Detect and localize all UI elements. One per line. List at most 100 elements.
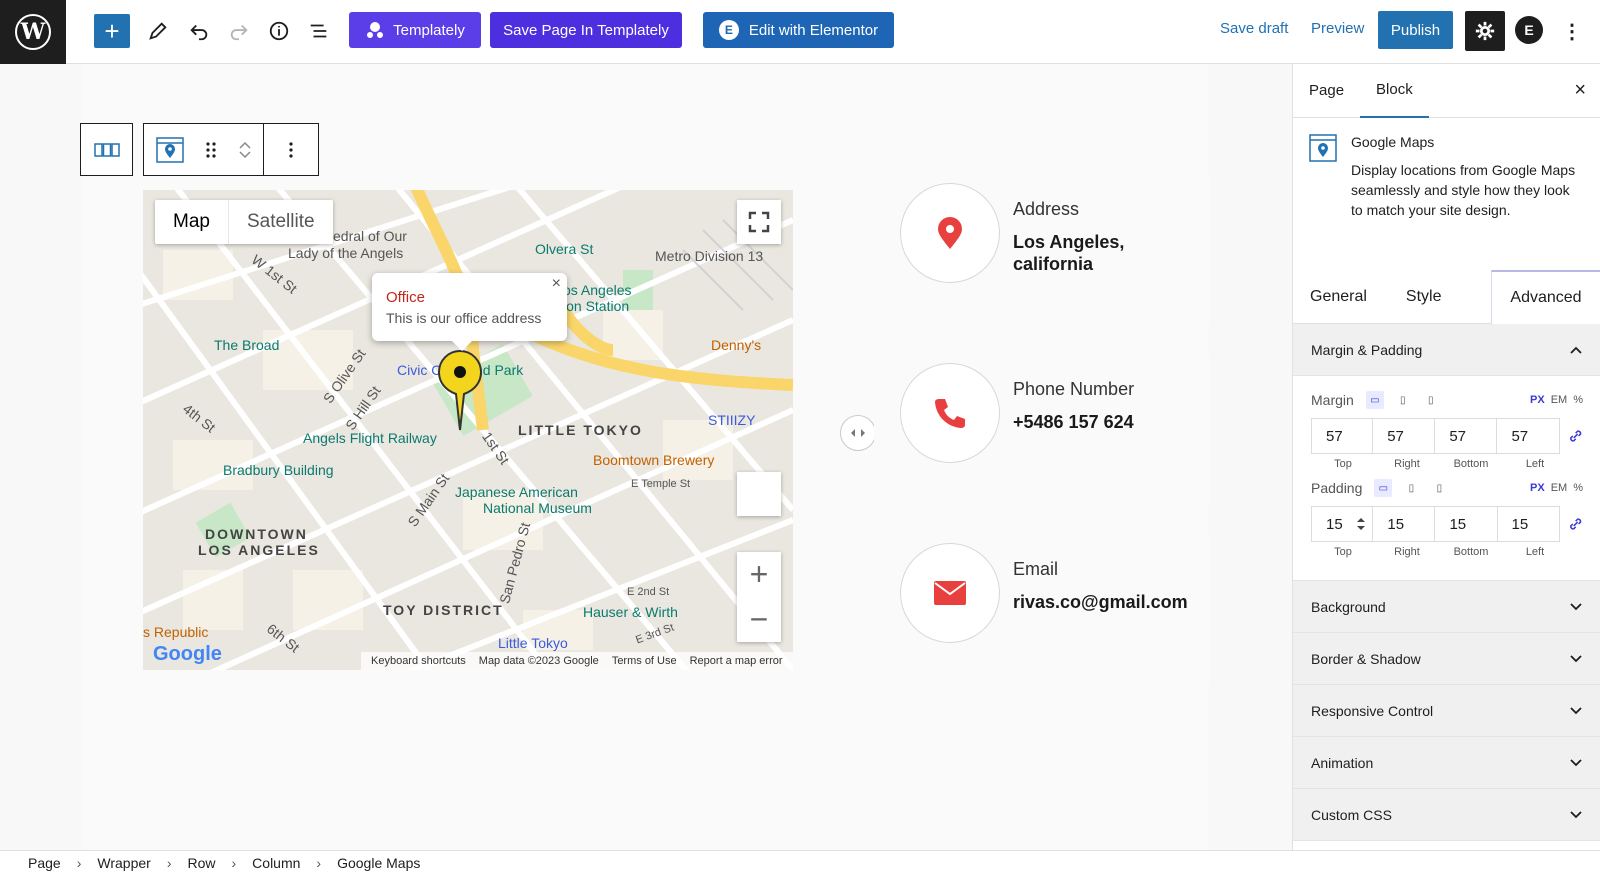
block-options-button[interactable] (264, 124, 318, 175)
zoom-in-button[interactable]: + (737, 552, 781, 597)
phone-icon-circle (900, 363, 1000, 463)
breadcrumb-page[interactable]: Page (28, 855, 61, 871)
margin-label: Margin (1311, 392, 1354, 408)
tablet-icon[interactable]: ▯ (1402, 479, 1420, 497)
edit-with-elementor-button[interactable]: E Edit with Elementor (703, 12, 894, 48)
resize-arrows-icon (851, 429, 865, 437)
select-parent-button[interactable] (80, 123, 133, 176)
satellite-view-button[interactable]: Satellite (229, 200, 333, 244)
desktop-icon[interactable]: ▭ (1365, 391, 1384, 409)
stepper-icon[interactable] (1356, 516, 1366, 532)
chevron-down-icon (1570, 602, 1582, 610)
custom-css-section-header[interactable]: Custom CSS (1293, 789, 1600, 841)
animation-section-header[interactable]: Animation (1293, 737, 1600, 789)
tab-general[interactable]: General (1293, 270, 1384, 324)
side-label: Top (1334, 458, 1352, 470)
edit-tool-button[interactable] (141, 14, 175, 48)
report-error-link[interactable]: Report a map error (690, 655, 783, 667)
breadcrumb-wrapper[interactable]: Wrapper (97, 855, 150, 871)
save-draft-button[interactable]: Save draft (1220, 20, 1288, 37)
tab-style[interactable]: Style (1384, 270, 1464, 324)
terms-link[interactable]: Terms of Use (612, 655, 677, 667)
block-description: Display locations from Google Maps seaml… (1351, 162, 1576, 218)
kebab-icon (289, 141, 293, 158)
close-sidebar-icon[interactable]: × (1574, 79, 1586, 102)
drag-handle[interactable] (196, 124, 226, 175)
padding-top-value: 15 (1326, 515, 1343, 533)
contact-label: Phone Number (1013, 379, 1135, 399)
map-label: ion Station (563, 298, 630, 314)
preview-button[interactable]: Preview (1311, 20, 1364, 37)
chevron-down-icon[interactable] (238, 150, 252, 160)
resize-handle[interactable] (840, 415, 876, 451)
padding-right-input[interactable]: 15 (1373, 506, 1436, 542)
keyboard-shortcuts-link[interactable]: Keyboard shortcuts (371, 655, 466, 667)
link-values-icon[interactable] (1568, 516, 1583, 532)
tab-block[interactable]: Block (1360, 64, 1429, 118)
publish-button[interactable]: Publish (1378, 11, 1453, 49)
contact-value: Los Angeles, california (1013, 232, 1125, 274)
unit-px[interactable]: PX (1530, 394, 1545, 406)
add-block-button[interactable]: + (94, 14, 130, 48)
zoom-out-button[interactable]: − (737, 597, 781, 642)
unit-px[interactable]: PX (1530, 482, 1545, 494)
border-shadow-section-header[interactable]: Border & Shadow (1293, 633, 1600, 685)
redo-button[interactable] (222, 14, 256, 48)
details-button[interactable] (262, 14, 296, 48)
tab-page[interactable]: Page (1293, 64, 1360, 118)
unit-em[interactable]: EM (1551, 482, 1568, 494)
contact-card-address[interactable]: Address Los Angeles, california (874, 175, 1210, 325)
save-in-templately-button[interactable]: Save Page In Templately (490, 12, 682, 48)
street-view-pegman[interactable] (737, 472, 781, 516)
unit-percent[interactable]: % (1573, 482, 1583, 494)
map-marker-icon[interactable] (437, 350, 483, 432)
side-label: Right (1394, 546, 1420, 558)
margin-right-input[interactable]: 57 (1373, 418, 1436, 454)
responsive-control-section-header[interactable]: Responsive Control (1293, 685, 1600, 737)
map-label: The Broad (214, 337, 280, 353)
tablet-icon[interactable]: ▯ (1394, 391, 1412, 409)
unit-percent[interactable]: % (1573, 394, 1583, 406)
unit-em[interactable]: EM (1551, 394, 1568, 406)
map-view-button[interactable]: Map (155, 200, 229, 244)
chevron-up-icon[interactable] (238, 140, 252, 150)
padding-bottom-input[interactable]: 15 (1435, 506, 1498, 542)
block-type-button[interactable] (144, 124, 196, 175)
breadcrumb-row[interactable]: Row (187, 855, 215, 871)
contact-card-email[interactable]: Email rivas.co@gmail.com (874, 535, 1210, 685)
contact-card-phone[interactable]: Phone Number +5486 157 624 (874, 355, 1210, 505)
margin-top-input[interactable]: 57 (1311, 418, 1374, 454)
link-values-icon[interactable] (1568, 428, 1583, 444)
more-options-button[interactable]: ⋮ (1560, 14, 1584, 48)
templately-button[interactable]: Templately (349, 12, 481, 48)
undo-button[interactable] (182, 14, 216, 48)
mobile-icon[interactable]: ▯ (1422, 391, 1440, 409)
inspector-tabs: General Style Advanced (1293, 270, 1600, 324)
info-window-close-icon[interactable]: × (552, 275, 561, 293)
move-controls[interactable] (226, 124, 264, 175)
breadcrumb-column[interactable]: Column (252, 855, 300, 871)
desktop-icon[interactable]: ▭ (1374, 479, 1393, 497)
margin-bottom-input[interactable]: 57 (1435, 418, 1498, 454)
breadcrumb-google-maps[interactable]: Google Maps (337, 855, 420, 871)
mobile-icon[interactable]: ▯ (1430, 479, 1448, 497)
map-label: Hauser & Wirth (583, 604, 678, 620)
wordpress-logo[interactable]: W (0, 0, 66, 64)
undo-icon (190, 24, 208, 41)
tab-advanced[interactable]: Advanced (1491, 270, 1600, 324)
fullscreen-button[interactable] (737, 200, 781, 244)
section-title: Animation (1311, 754, 1374, 771)
google-map[interactable]: edral of Our Lady of the Angels Olvera S… (143, 190, 793, 670)
padding-left-input[interactable]: 15 (1497, 506, 1560, 542)
account-button[interactable]: E (1515, 16, 1543, 44)
settings-button[interactable] (1465, 11, 1505, 51)
sidebar-tabs: Page Block × (1293, 64, 1600, 118)
padding-top-input[interactable]: 15 (1311, 506, 1374, 542)
envelope-icon (934, 581, 966, 605)
list-view-button[interactable] (302, 14, 336, 48)
chevron-down-icon (1570, 654, 1582, 662)
background-section-header[interactable]: Background (1293, 581, 1600, 633)
chevron-right-icon: › (76, 854, 82, 871)
margin-padding-header[interactable]: Margin & Padding (1293, 324, 1600, 376)
margin-left-input[interactable]: 57 (1497, 418, 1560, 454)
